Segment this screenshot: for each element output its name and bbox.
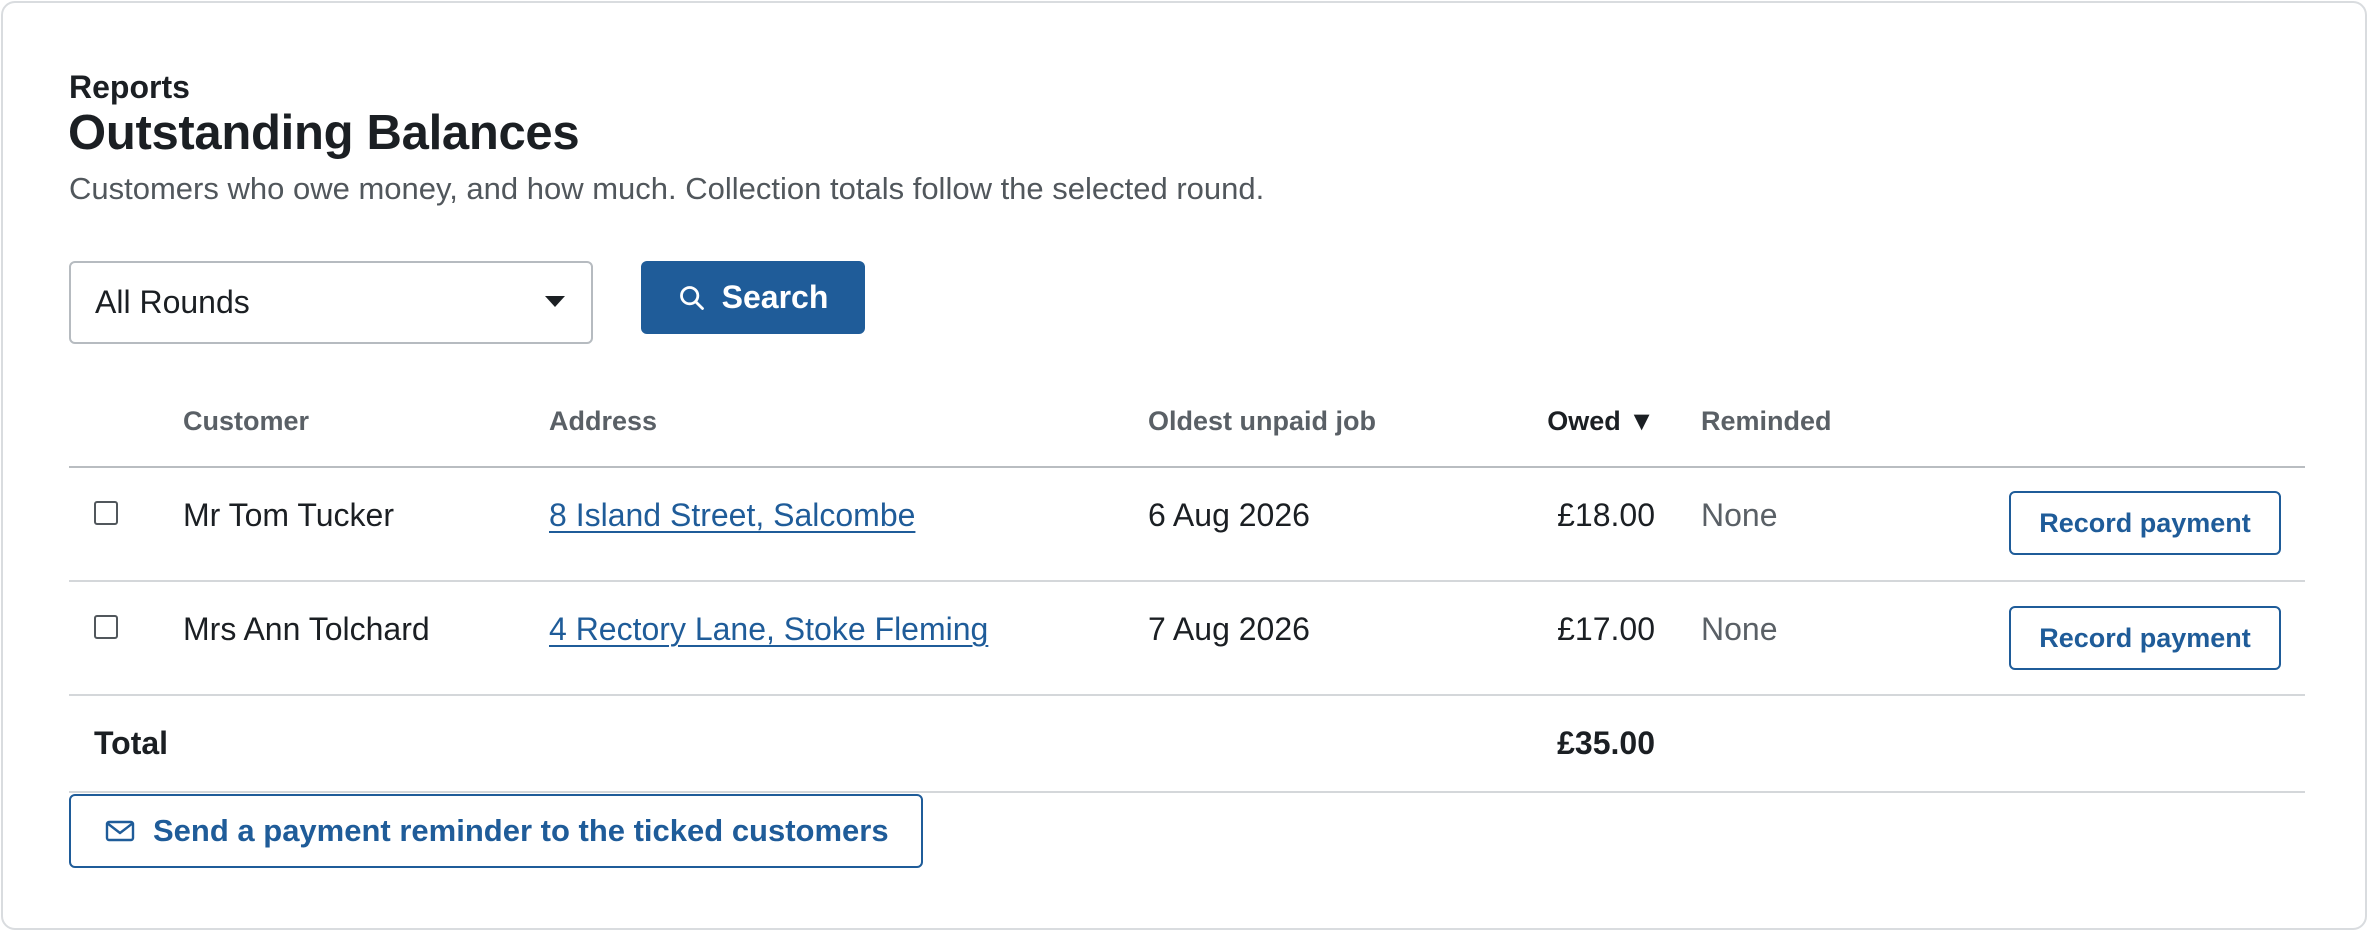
total-divider bbox=[69, 791, 2305, 793]
chevron-down-icon bbox=[545, 296, 565, 307]
oldest-unpaid-date: 7 Aug 2026 bbox=[1148, 611, 1310, 647]
record-payment-button[interactable]: Record payment bbox=[2009, 491, 2281, 555]
column-header-reminded[interactable]: Reminded bbox=[1701, 406, 1832, 437]
round-select-value: All Rounds bbox=[95, 284, 250, 320]
column-header-owed[interactable]: Owed ▼ bbox=[1453, 406, 1655, 437]
row-divider bbox=[69, 580, 2305, 582]
column-header-oldest-unpaid-job[interactable]: Oldest unpaid job bbox=[1148, 406, 1376, 437]
page-title: Outstanding Balances bbox=[68, 106, 580, 160]
address-link-text[interactable]: 8 Island Street, Salcombe bbox=[549, 497, 915, 533]
address-link[interactable]: 8 Island Street, Salcombe bbox=[549, 497, 915, 534]
oldest-unpaid-date: 6 Aug 2026 bbox=[1148, 497, 1310, 533]
reminded-status: None bbox=[1701, 497, 1778, 533]
search-button[interactable]: Search bbox=[641, 261, 865, 334]
customer-name: Mrs Ann Tolchard bbox=[183, 611, 430, 647]
record-payment-button[interactable]: Record payment bbox=[2009, 606, 2281, 670]
send-reminder-label: Send a payment reminder to the ticked cu… bbox=[153, 813, 889, 848]
search-icon bbox=[679, 285, 704, 310]
total-label: Total bbox=[94, 725, 169, 761]
envelope-icon bbox=[105, 820, 135, 842]
breadcrumb: Reports bbox=[69, 69, 190, 105]
report-card: Reports Outstanding Balances Customers w… bbox=[1, 1, 2367, 930]
owed-amount: £18.00 bbox=[1557, 497, 1655, 533]
row-divider bbox=[69, 694, 2305, 696]
round-select[interactable]: All Rounds bbox=[69, 261, 593, 344]
table-header-divider bbox=[69, 466, 2305, 468]
owed-amount: £17.00 bbox=[1557, 611, 1655, 647]
customer-name: Mr Tom Tucker bbox=[183, 497, 394, 533]
send-reminder-button[interactable]: Send a payment reminder to the ticked cu… bbox=[69, 794, 923, 868]
address-link[interactable]: 4 Rectory Lane, Stoke Fleming bbox=[549, 611, 988, 648]
reminded-status: None bbox=[1701, 611, 1778, 647]
row-checkbox[interactable] bbox=[94, 501, 118, 525]
column-header-customer[interactable]: Customer bbox=[183, 406, 309, 437]
total-amount: £35.00 bbox=[1557, 725, 1655, 761]
search-button-label: Search bbox=[721, 279, 829, 315]
row-checkbox[interactable] bbox=[94, 615, 118, 639]
address-link-text[interactable]: 4 Rectory Lane, Stoke Fleming bbox=[549, 611, 988, 647]
column-header-address[interactable]: Address bbox=[549, 406, 657, 437]
page-description: Customers who owe money, and how much. C… bbox=[69, 171, 1265, 206]
